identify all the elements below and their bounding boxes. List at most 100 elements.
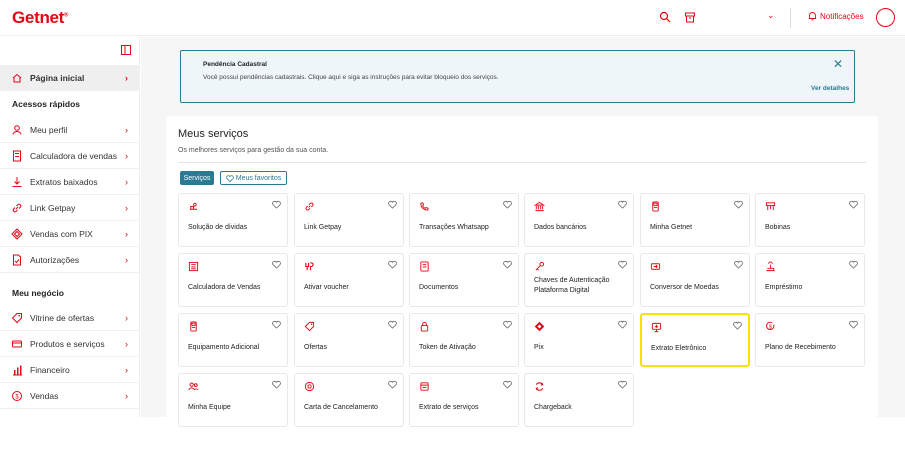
service-tile[interactable]: Extrato de serviços xyxy=(409,373,519,427)
chevron-right-icon: › xyxy=(125,338,128,349)
service-tile[interactable]: Extrato Eletrônico xyxy=(640,313,750,367)
products-icon xyxy=(11,338,23,350)
sidebar-item-offers[interactable]: Vitrine de ofertas › xyxy=(0,305,140,331)
svg-text:$: $ xyxy=(15,394,19,400)
favorite-heart-icon[interactable] xyxy=(618,260,627,269)
favorite-heart-icon[interactable] xyxy=(849,260,858,269)
favorite-heart-icon[interactable] xyxy=(272,260,281,269)
sidebar-item-finance[interactable]: Financeiro › xyxy=(0,357,140,383)
store-icon[interactable] xyxy=(684,11,696,23)
favorite-heart-icon[interactable] xyxy=(503,380,512,389)
service-tile[interactable]: Bobinas xyxy=(755,193,865,247)
pix-icon xyxy=(11,227,23,240)
service-tile[interactable]: Transações Whatsapp xyxy=(409,193,519,247)
service-tile[interactable]: Conversor de Moedas xyxy=(640,253,750,307)
service-tile[interactable]: $ Plano de Recebimento xyxy=(755,313,865,367)
service-tile[interactable]: Ativar voucher xyxy=(294,253,404,307)
service-tile[interactable]: Token de Ativação xyxy=(409,313,519,367)
service-tile[interactable]: Minha Getnet xyxy=(640,193,750,247)
favorite-heart-icon[interactable] xyxy=(849,200,858,209)
view-details-link[interactable]: Ver detalhes xyxy=(811,85,849,92)
service-tile[interactable]: Calculadora de Vendas xyxy=(178,253,288,307)
tab-favorites[interactable]: Meus favoritos xyxy=(220,171,287,185)
bank-icon xyxy=(534,201,545,212)
service-label: Minha Getnet xyxy=(650,224,693,231)
offers-icon xyxy=(11,312,23,324)
close-icon[interactable]: ✕ xyxy=(833,57,843,71)
cancel-letter-icon xyxy=(304,381,315,392)
divider xyxy=(178,162,866,163)
sidebar-item-label: Extratos baixados xyxy=(30,176,98,187)
sidebar-item-products[interactable]: Produtos e serviços › xyxy=(0,331,140,357)
sidebar-item-downloads[interactable]: Extratos baixados › xyxy=(0,169,140,195)
service-label: Solução de dívidas xyxy=(188,224,248,231)
favorite-heart-icon[interactable] xyxy=(388,380,397,389)
service-tile[interactable]: Empréstimo xyxy=(755,253,865,307)
favorite-heart-icon[interactable] xyxy=(618,380,627,389)
favorite-heart-icon[interactable] xyxy=(618,200,627,209)
chevron-down-icon[interactable]: ⌄ xyxy=(767,10,775,21)
favorite-heart-icon[interactable] xyxy=(733,321,742,330)
user-icon xyxy=(11,124,23,136)
collapse-sidebar-icon[interactable] xyxy=(121,45,131,55)
favorite-heart-icon[interactable] xyxy=(388,260,397,269)
favorite-heart-icon[interactable] xyxy=(734,200,743,209)
service-tile[interactable]: Solução de dívidas xyxy=(178,193,288,247)
team-icon xyxy=(188,382,199,391)
sidebar-item-link-getpay[interactable]: Link Getpay › xyxy=(0,195,140,221)
link-icon xyxy=(11,202,23,214)
favorite-heart-icon[interactable] xyxy=(272,320,281,329)
service-label: Documentos xyxy=(419,284,459,291)
service-tile[interactable]: Ofertas xyxy=(294,313,404,367)
service-tile[interactable]: Chaves de Autenticação Plataforma Digita… xyxy=(524,253,634,307)
calculator-icon xyxy=(11,150,23,162)
service-tile[interactable]: Documentos xyxy=(409,253,519,307)
service-tile[interactable]: Pix xyxy=(524,313,634,367)
sidebar-item-sales[interactable]: $ Vendas › xyxy=(0,383,140,409)
favorite-heart-icon[interactable] xyxy=(618,320,627,329)
favorite-heart-icon[interactable] xyxy=(503,320,512,329)
favorite-heart-icon[interactable] xyxy=(388,200,397,209)
sidebar-item-pix[interactable]: Vendas com PIX › xyxy=(0,221,140,247)
service-tile[interactable]: Dados bancários xyxy=(524,193,634,247)
sidebar-item-label: Produtos e serviços xyxy=(30,338,105,349)
service-tile[interactable]: Equipamento Adicional xyxy=(178,313,288,367)
search-icon[interactable] xyxy=(659,11,671,23)
avatar[interactable] xyxy=(876,8,895,27)
alert-text[interactable]: Você possui pendências cadastrais. Cliqu… xyxy=(203,74,499,81)
favorite-heart-icon[interactable] xyxy=(272,200,281,209)
pending-registration-alert[interactable]: Pendência Cadastral Você possui pendênci… xyxy=(180,50,855,103)
service-label: Calculadora de Vendas xyxy=(188,284,261,291)
sidebar-item-calculator[interactable]: Calculadora de vendas › xyxy=(0,143,140,169)
sidebar-item-authorizations[interactable]: Autorizações › xyxy=(0,247,140,273)
service-label: Chaves de Autenticação Plataforma Digita… xyxy=(534,277,610,294)
service-label: Equipamento Adicional xyxy=(188,344,260,351)
notifications-button[interactable]: Notificações xyxy=(808,11,864,21)
service-tile[interactable]: Chargeback xyxy=(524,373,634,427)
sidebar-item-home[interactable]: Página inicial › xyxy=(0,65,140,91)
sidebar-item-label: Meu perfil xyxy=(30,124,68,135)
favorite-heart-icon[interactable] xyxy=(849,320,858,329)
pos-icon xyxy=(652,201,659,212)
tab-favorites-label: Meus favoritos xyxy=(235,174,282,182)
tab-services[interactable]: Serviços xyxy=(180,171,214,185)
favorite-heart-icon[interactable] xyxy=(388,320,397,329)
favorite-heart-icon[interactable] xyxy=(734,260,743,269)
service-tile[interactable]: Minha Equipe xyxy=(178,373,288,427)
favorite-heart-icon[interactable] xyxy=(503,260,512,269)
sidebar-item-label: Autorizações xyxy=(30,254,80,265)
pos-icon xyxy=(190,321,197,332)
divider xyxy=(790,8,791,28)
chevron-right-icon: › xyxy=(125,312,128,323)
sidebar-item-profile[interactable]: Meu perfil › xyxy=(0,117,140,143)
tag-icon xyxy=(304,321,315,332)
pix-icon xyxy=(534,321,545,332)
favorite-heart-icon[interactable] xyxy=(272,380,281,389)
service-tile[interactable]: Link Getpay xyxy=(294,193,404,247)
favorite-heart-icon[interactable] xyxy=(503,200,512,209)
sidebar-item-label: Financeiro xyxy=(30,364,70,375)
getnet-logo[interactable]: Getnet® xyxy=(12,8,68,28)
service-tile[interactable]: Carta de Cancelamento xyxy=(294,373,404,427)
service-label: Ofertas xyxy=(304,344,327,351)
section-my-business: Meu negócio xyxy=(12,288,64,298)
